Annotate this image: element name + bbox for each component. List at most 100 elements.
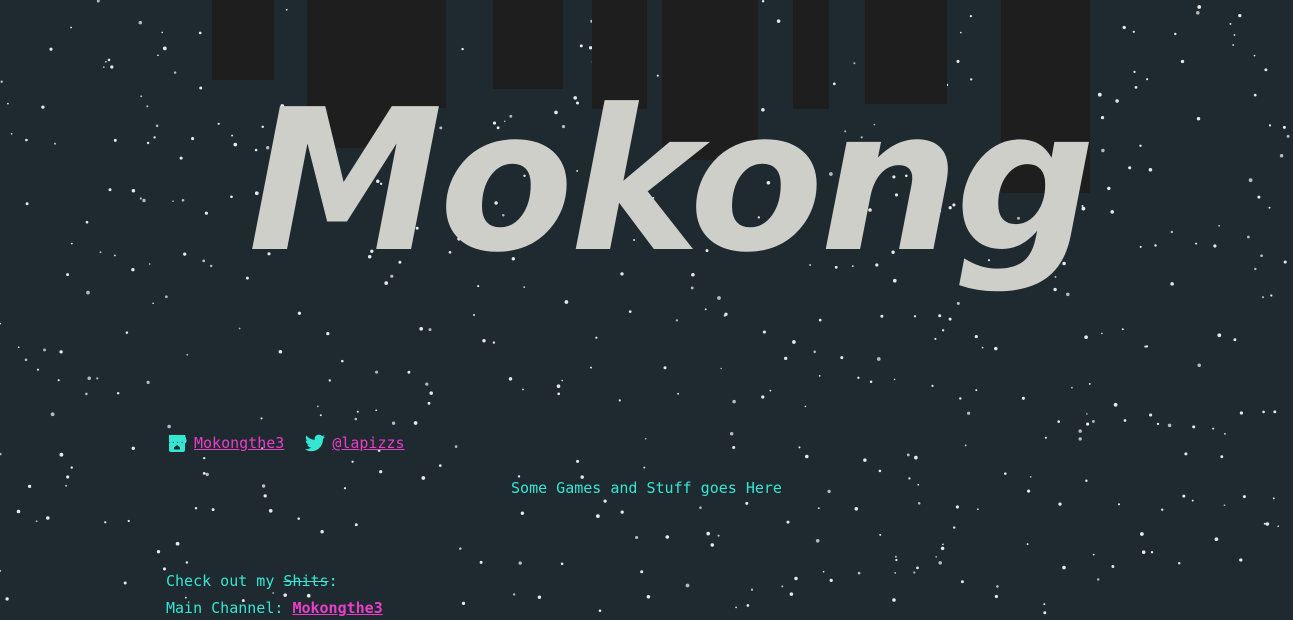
star bbox=[735, 606, 737, 609]
star bbox=[590, 366, 592, 369]
star bbox=[1091, 419, 1095, 423]
star bbox=[211, 508, 215, 512]
star bbox=[142, 198, 146, 203]
star bbox=[769, 389, 772, 392]
star bbox=[931, 384, 934, 387]
star bbox=[938, 561, 942, 565]
star bbox=[1141, 550, 1146, 554]
star bbox=[10, 132, 13, 135]
star bbox=[1113, 402, 1118, 407]
star bbox=[512, 593, 516, 596]
star bbox=[297, 517, 300, 520]
star bbox=[789, 592, 794, 596]
star bbox=[1117, 503, 1121, 506]
star bbox=[857, 376, 860, 379]
star bbox=[1086, 413, 1088, 415]
star bbox=[745, 501, 749, 505]
twitter-icon bbox=[304, 432, 326, 454]
star bbox=[140, 95, 143, 98]
star bbox=[438, 464, 442, 467]
star bbox=[70, 26, 72, 29]
star bbox=[804, 405, 807, 408]
star bbox=[1212, 427, 1215, 430]
star bbox=[50, 412, 55, 417]
star bbox=[1170, 230, 1174, 234]
star bbox=[869, 380, 873, 383]
star bbox=[1146, 78, 1149, 81]
check-out-suffix: : bbox=[328, 572, 338, 590]
star bbox=[161, 31, 163, 34]
star bbox=[1058, 502, 1062, 506]
star bbox=[1214, 537, 1219, 542]
twitter-link[interactable]: @lapizzs bbox=[332, 434, 404, 452]
star bbox=[761, 395, 765, 399]
star bbox=[1184, 452, 1188, 456]
itchio-link[interactable]: Mokongthe3 bbox=[194, 434, 284, 452]
star bbox=[86, 290, 90, 295]
itchio-icon bbox=[166, 432, 188, 454]
star bbox=[556, 384, 561, 388]
star bbox=[326, 331, 330, 336]
star bbox=[732, 445, 736, 450]
social-links: Mokongthe3 @lapizzs bbox=[166, 432, 405, 454]
star bbox=[750, 588, 754, 591]
main-channel-link[interactable]: Mokongthe3 bbox=[292, 599, 382, 617]
star bbox=[1086, 422, 1090, 426]
star bbox=[231, 134, 234, 137]
star bbox=[328, 379, 331, 382]
star bbox=[822, 570, 825, 573]
star bbox=[157, 54, 159, 57]
star bbox=[959, 397, 962, 400]
star bbox=[375, 370, 379, 374]
star bbox=[1140, 532, 1144, 536]
star bbox=[576, 459, 580, 463]
star bbox=[1070, 386, 1073, 389]
star bbox=[407, 370, 411, 374]
star bbox=[938, 314, 942, 318]
star bbox=[319, 414, 322, 417]
star bbox=[1192, 425, 1196, 429]
star bbox=[994, 594, 998, 599]
star bbox=[1139, 245, 1142, 248]
star bbox=[156, 550, 161, 554]
star bbox=[1248, 178, 1253, 183]
star bbox=[635, 535, 639, 540]
star bbox=[1264, 68, 1268, 72]
star bbox=[427, 401, 431, 405]
star bbox=[517, 475, 521, 478]
star bbox=[1170, 282, 1174, 286]
star bbox=[1262, 410, 1265, 414]
star bbox=[895, 558, 898, 562]
star bbox=[1233, 338, 1237, 342]
star bbox=[173, 71, 177, 74]
star bbox=[461, 47, 464, 51]
star bbox=[729, 431, 734, 436]
star bbox=[840, 356, 844, 360]
star bbox=[786, 520, 790, 524]
star bbox=[53, 142, 57, 145]
star bbox=[148, 263, 151, 265]
star bbox=[710, 543, 715, 547]
star bbox=[153, 136, 156, 139]
star bbox=[152, 302, 154, 305]
star bbox=[49, 47, 53, 51]
star bbox=[894, 555, 897, 558]
star bbox=[123, 581, 127, 585]
star bbox=[981, 346, 984, 349]
star bbox=[454, 445, 458, 448]
star bbox=[167, 424, 171, 429]
star bbox=[96, 0, 100, 3]
star bbox=[198, 31, 202, 35]
star bbox=[717, 534, 720, 537]
star bbox=[354, 417, 358, 421]
star bbox=[104, 521, 107, 524]
star bbox=[1213, 244, 1217, 248]
star bbox=[863, 458, 867, 462]
main-channel-line: Main Channel: Mokongthe3 bbox=[166, 599, 383, 617]
star bbox=[306, 593, 311, 598]
star bbox=[1134, 86, 1138, 89]
star bbox=[1265, 522, 1270, 526]
star bbox=[138, 20, 143, 25]
star bbox=[762, 330, 766, 334]
star bbox=[162, 567, 167, 571]
